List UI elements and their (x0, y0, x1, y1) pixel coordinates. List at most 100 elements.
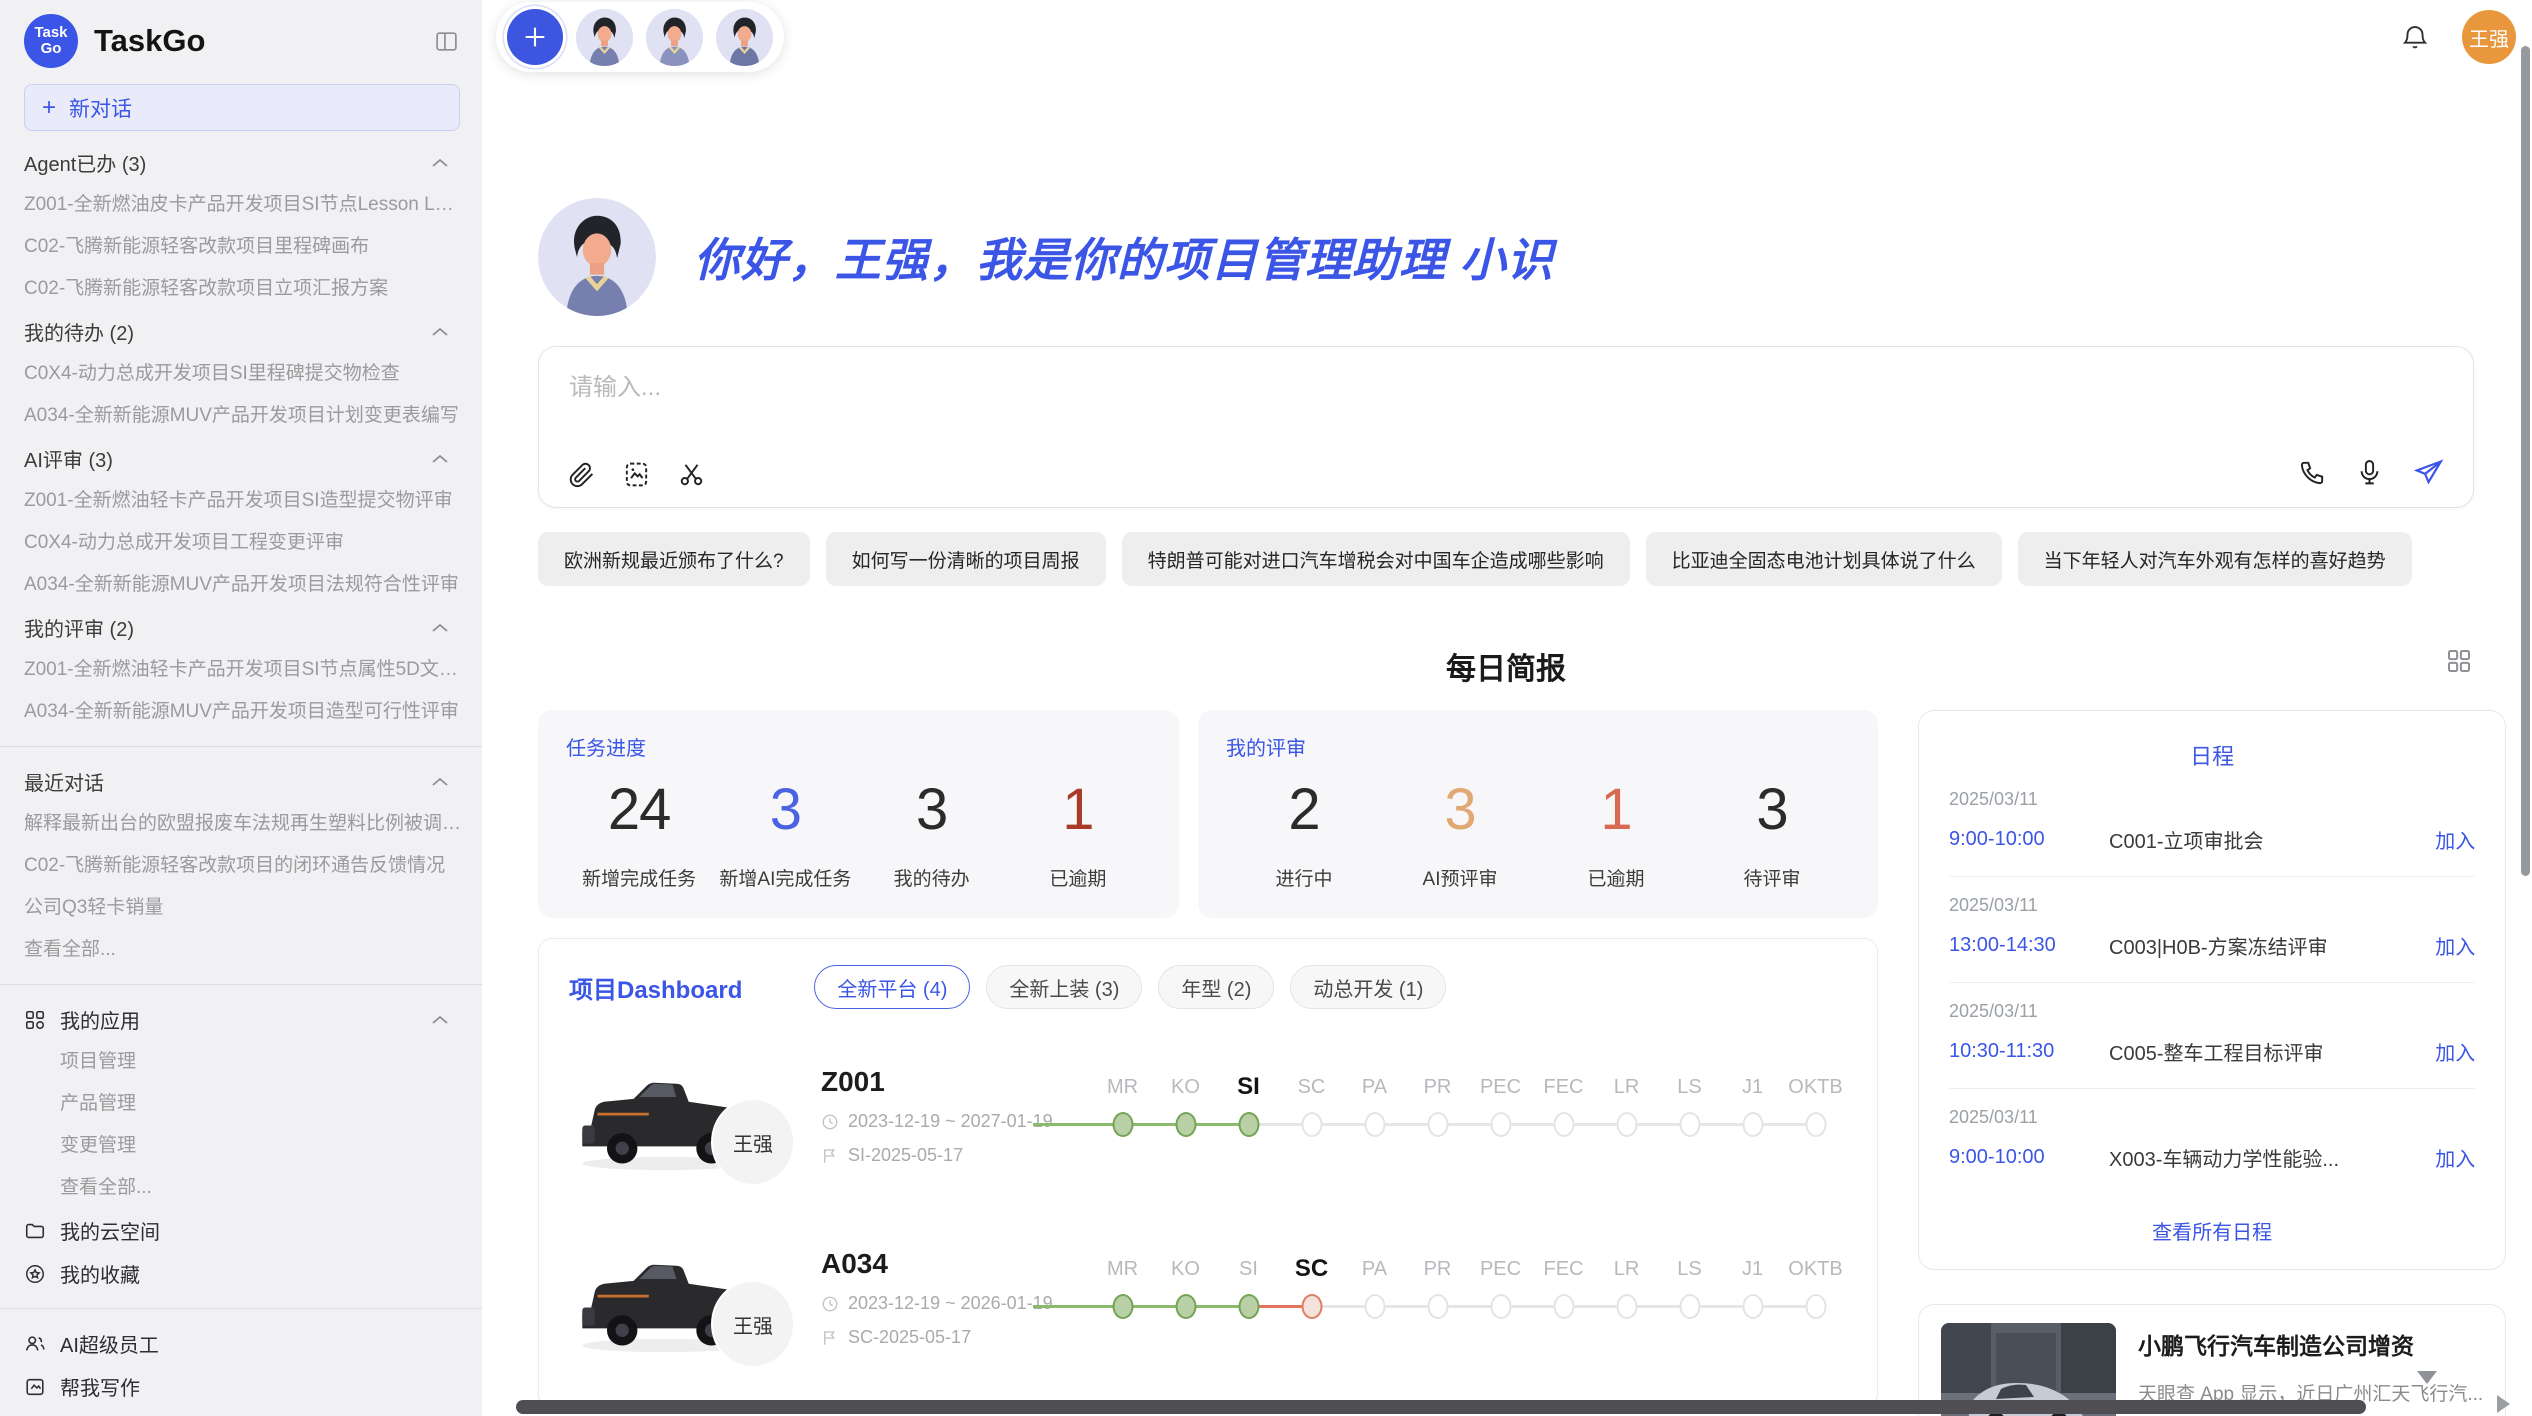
stat-value: 1 (1538, 777, 1694, 844)
stat-label: 新增AI完成任务 (712, 864, 858, 891)
dashboard-tab[interactable]: 全新上装 (3) (986, 965, 1142, 1009)
suggestion-chip[interactable]: 如何写一份清晰的项目周报 (826, 532, 1106, 586)
section-ai-review[interactable]: AI评审 (3) (24, 437, 462, 480)
recent-chat-item[interactable]: 解释最新出台的欧盟报废车法规再生塑料比例被调至15%... (24, 803, 462, 845)
sidebar-item-favorites[interactable]: 我的收藏 (24, 1252, 462, 1295)
stat-value: 2 (1226, 777, 1382, 844)
app-sub-item[interactable]: 项目管理 (24, 1041, 462, 1083)
horizontal-scrollbar[interactable] (516, 1400, 2366, 1414)
sidebar-item[interactable]: Z001-全新燃油轻卡产品开发项目SI节点属性5D文件评审 (24, 649, 462, 691)
sidebar-item-cloud-space[interactable]: 我的云空间 (24, 1209, 462, 1252)
app-sub-item[interactable]: 查看全部... (24, 1167, 462, 1209)
milestone-connector (1448, 1123, 1491, 1126)
section-recent-chats[interactable]: 最近对话 (24, 760, 462, 803)
scroll-down-hint-icon[interactable] (2417, 1371, 2437, 1384)
recent-chat-item[interactable]: 公司Q3轻卡销量 (24, 887, 462, 929)
suggestion-chip[interactable]: 当下年轻人对汽车外观有怎样的喜好趋势 (2018, 532, 2412, 586)
vertical-scrollbar[interactable] (2521, 46, 2530, 876)
milestone-label: PA (1343, 1070, 1406, 1104)
milestone-connector (1511, 1305, 1554, 1308)
milestone: PA (1343, 1070, 1406, 1162)
stat-value: 3 (1694, 777, 1850, 844)
sidebar-item-my-apps[interactable]: 我的应用 (24, 998, 462, 1041)
chevron-up-icon (432, 151, 448, 174)
project-code: Z001 (821, 1066, 1073, 1098)
sidebar-item-help-write[interactable]: 帮我写作 (24, 1365, 462, 1408)
stat-item: 2 进行中 (1226, 777, 1382, 891)
project-code: A034 (821, 1248, 1073, 1280)
user-avatar[interactable]: 王强 (2462, 10, 2516, 64)
sidebar-item[interactable]: C0X4-动力总成开发项目工程变更评审 (24, 522, 462, 564)
stat-label: 我的待办 (859, 864, 1005, 891)
phone-call-icon[interactable] (2298, 458, 2327, 487)
stat-item: 1 已逾期 (1538, 777, 1694, 891)
send-icon[interactable] (2412, 456, 2445, 489)
sidebar-item[interactable]: C02-飞腾新能源轻客改款项目里程碑画布 (24, 226, 462, 268)
scissors-icon[interactable] (677, 460, 706, 489)
sidebar-item-creative-draw[interactable]: 创意制图 (24, 1408, 462, 1416)
sidebar-item[interactable]: A034-全新新能源MUV产品开发项目法规符合性评审 (24, 564, 462, 606)
project-row-a034[interactable]: 王强 A034 2023-12-19 ~ 2026-01-19 SC-2025-… (569, 1223, 1847, 1373)
stat-item: 3 AI预评审 (1382, 777, 1538, 891)
dashboard-tab[interactable]: 动总开发 (1) (1290, 965, 1446, 1009)
recent-chat-item[interactable]: 查看全部... (24, 929, 462, 971)
help-write-label: 帮我写作 (60, 1372, 140, 1401)
schedule-time: 9:00-10:00 (1949, 1146, 2109, 1169)
sidebar-collapse-icon[interactable] (433, 29, 460, 54)
conversation-avatar-3[interactable] (716, 9, 773, 66)
add-conversation-button[interactable] (507, 9, 563, 65)
sidebar-item[interactable]: Z001-全新燃油皮卡产品开发项目SI节点Lesson Learn报告 (24, 184, 462, 226)
notification-bell-icon[interactable] (2400, 22, 2430, 52)
sidebar-item[interactable]: Z001-全新燃油轻卡产品开发项目SI造型提交物评审 (24, 480, 462, 522)
stat-item: 24 新增完成任务 (566, 777, 712, 891)
microphone-icon[interactable] (2355, 458, 2384, 487)
sidebar-item[interactable]: A034-全新新能源MUV产品开发项目造型可行性评审 (24, 691, 462, 733)
join-link[interactable]: 加入 (2435, 825, 2475, 854)
scroll-right-arrow-icon[interactable] (2497, 1395, 2510, 1413)
milestone-node (1742, 1112, 1763, 1137)
greeting-text: 你好，王强，我是你的项目管理助理 小识 (694, 224, 1554, 290)
schedule-item: 2025/03/11 13:00-14:30 C003|H0B-方案冻结评审 加… (1949, 877, 2475, 983)
sidebar-item[interactable]: C02-飞腾新能源轻客改款项目立项汇报方案 (24, 268, 462, 310)
stat-label: 已逾期 (1538, 864, 1694, 891)
section-agent-done[interactable]: Agent已办 (3) (24, 141, 462, 184)
milestone-node (1742, 1294, 1763, 1319)
join-link[interactable]: 加入 (2435, 931, 2475, 960)
dashboard-tab[interactable]: 年型 (2) (1158, 965, 1274, 1009)
conversation-avatar-1[interactable] (576, 9, 633, 66)
milestone-connector (1574, 1123, 1617, 1126)
dashboard-tab[interactable]: 全新平台 (4) (814, 965, 970, 1009)
image-upload-icon[interactable] (622, 460, 651, 489)
schedule-date: 2025/03/11 (1949, 789, 2475, 810)
section-my-review[interactable]: 我的评审 (2) (24, 606, 462, 649)
schedule-event-title: X003-车辆动力学性能验... (2109, 1143, 2435, 1172)
sidebar-item-ai-employee[interactable]: AI超级员工 (24, 1322, 462, 1365)
topbar: 王强 (482, 0, 2532, 80)
project-row-z001[interactable]: 王强 Z001 2023-12-19 ~ 2027-01-19 SI-2025-… (569, 1041, 1847, 1191)
milestone-connector (1033, 1123, 1113, 1126)
conversation-avatar-2[interactable] (646, 9, 703, 66)
briefing-title: 每日简报 (1446, 653, 1566, 686)
suggestion-chip[interactable]: 特朗普可能对进口汽车增税会对中国车企造成哪些影响 (1122, 532, 1630, 586)
suggestion-chip[interactable]: 欧洲新规最近颁布了什么? (538, 532, 810, 586)
layout-grid-icon[interactable] (2444, 646, 2474, 676)
new-chat-button[interactable]: + 新对话 (24, 84, 460, 131)
join-link[interactable]: 加入 (2435, 1037, 2475, 1066)
sidebar-item[interactable]: C0X4-动力总成开发项目SI里程碑提交物检查 (24, 353, 462, 395)
attachment-icon[interactable] (567, 460, 596, 489)
app-sub-item[interactable]: 变更管理 (24, 1125, 462, 1167)
milestone-node (1301, 1294, 1322, 1319)
suggestion-chip[interactable]: 比亚迪全固态电池计划具体说了什么 (1646, 532, 2002, 586)
milestone-label: J1 (1721, 1070, 1784, 1104)
section-title: 最近对话 (24, 767, 104, 796)
app-sub-item[interactable]: 产品管理 (24, 1083, 462, 1125)
schedule-date: 2025/03/11 (1949, 1107, 2475, 1128)
recent-chat-item[interactable]: C02-飞腾新能源轻客改款项目的闭环通告反馈情况 (24, 845, 462, 887)
sidebar-item[interactable]: A034-全新新能源MUV产品开发项目计划变更表编写 (24, 395, 462, 437)
join-link[interactable]: 加入 (2435, 1143, 2475, 1172)
project-owner-badge: 王强 (713, 1282, 793, 1366)
view-all-schedule-link[interactable]: 查看所有日程 (1949, 1216, 2475, 1245)
chat-input[interactable] (569, 367, 2413, 429)
section-my-todo[interactable]: 我的待办 (2) (24, 310, 462, 353)
milestone-node (1427, 1112, 1448, 1137)
